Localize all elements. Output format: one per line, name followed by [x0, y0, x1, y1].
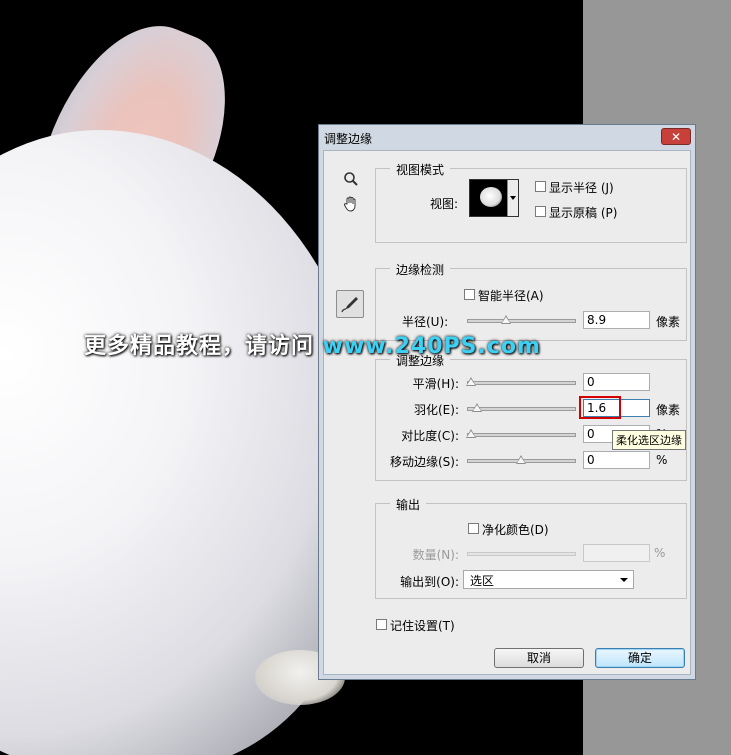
close-button[interactable]: ✕	[661, 128, 691, 145]
view-thumbnail-image	[480, 187, 502, 207]
output-to-label: 输出到(O):	[400, 575, 459, 589]
watermark-site: www.240PS.com	[322, 334, 541, 359]
smooth-slider[interactable]	[466, 377, 576, 386]
contrast-label: 对比度(C):	[401, 429, 459, 443]
contrast-slider[interactable]	[466, 429, 576, 438]
ok-button[interactable]: 确定	[595, 648, 685, 668]
output-to-select[interactable]: 选区	[463, 570, 634, 589]
smart-radius-label: 智能半径(A)	[478, 289, 544, 303]
radius-unit: 像素	[656, 315, 681, 329]
dialog-title: 调整边缘	[324, 132, 373, 146]
decontaminate-colors-label: 净化颜色(D)	[482, 523, 549, 537]
amount-label: 数量(N):	[412, 548, 459, 562]
shift-edge-input[interactable]: 0	[583, 451, 650, 469]
edge-detection-title: 边缘检测	[390, 261, 451, 278]
feather-slider[interactable]	[467, 403, 576, 412]
contrast-slider-thumb[interactable]	[466, 429, 476, 438]
smart-radius-checkbox[interactable]	[464, 289, 475, 300]
dialog-titlebar[interactable]: 调整边缘 ✕	[319, 125, 695, 150]
hand-icon	[343, 196, 356, 212]
chevron-down-icon	[620, 578, 628, 582]
dialog-client: 视图模式 视图: 显示半径 (J) 显示原稿 (P) 边缘检测 智能半径(A) …	[323, 150, 691, 675]
shift-edge-label: 移动边缘(S):	[389, 455, 459, 469]
remember-settings-label: 记住设置(T)	[390, 619, 455, 633]
amount-unit: %	[654, 546, 666, 560]
feather-unit: 像素	[656, 403, 681, 417]
remember-settings-checkbox[interactable]	[376, 619, 387, 630]
view-label: 视图:	[430, 197, 459, 211]
show-original-checkbox[interactable]	[535, 206, 546, 217]
adjust-edge-group: 调整边缘 平滑(H): 0 羽化(E): 1.6 像素 对比度(C): 0 % …	[375, 352, 687, 481]
chevron-down-icon	[507, 180, 518, 216]
radius-slider-thumb[interactable]	[500, 315, 511, 324]
feather-label: 羽化(E):	[414, 403, 459, 417]
feather-tooltip: 柔化选区边缘	[612, 430, 686, 450]
view-mode-title: 视图模式	[390, 161, 451, 178]
shift-edge-unit: %	[656, 453, 668, 467]
zoom-tool-icon[interactable]	[341, 171, 361, 191]
show-radius-checkbox[interactable]	[535, 181, 546, 192]
view-thumbnail-dropdown[interactable]	[469, 179, 519, 217]
watermark-text: 更多精品教程，请访问	[84, 334, 323, 359]
hand-tool-icon[interactable]	[341, 195, 361, 215]
radius-input[interactable]: 8.9	[583, 311, 650, 329]
refine-radius-tool[interactable]	[336, 290, 364, 318]
watermark: 更多精品教程，请访问 www.240PS.com	[84, 328, 541, 360]
feather-input-highlight	[579, 396, 621, 419]
cancel-button[interactable]: 取消	[494, 648, 584, 668]
refine-edge-dialog: 调整边缘 ✕ 视图模式 视图: 显示半径 (J) 显示原稿 (P) 边缘检测 智…	[318, 124, 696, 680]
view-mode-group: 视图模式 视图: 显示半径 (J) 显示原稿 (P)	[375, 161, 687, 243]
output-to-value: 选区	[470, 574, 495, 588]
output-group: 输出 净化颜色(D) 数量(N): % 输出到(O): 选区	[375, 496, 687, 599]
smooth-slider-thumb[interactable]	[466, 377, 476, 386]
show-original-label: 显示原稿 (P)	[549, 206, 618, 220]
amount-input	[583, 544, 650, 562]
amount-slider	[467, 552, 576, 556]
brush-icon	[341, 297, 358, 313]
feather-slider-thumb[interactable]	[471, 403, 482, 412]
shift-edge-slider[interactable]	[467, 455, 576, 464]
smooth-input[interactable]: 0	[583, 373, 650, 391]
shift-edge-slider-thumb[interactable]	[515, 455, 526, 464]
show-radius-label: 显示半径 (J)	[549, 181, 614, 195]
radius-slider[interactable]	[467, 315, 576, 324]
magnifier-icon	[344, 172, 358, 186]
decontaminate-colors-checkbox[interactable]	[468, 523, 479, 534]
output-title: 输出	[390, 496, 427, 513]
smooth-label: 平滑(H):	[412, 377, 459, 391]
